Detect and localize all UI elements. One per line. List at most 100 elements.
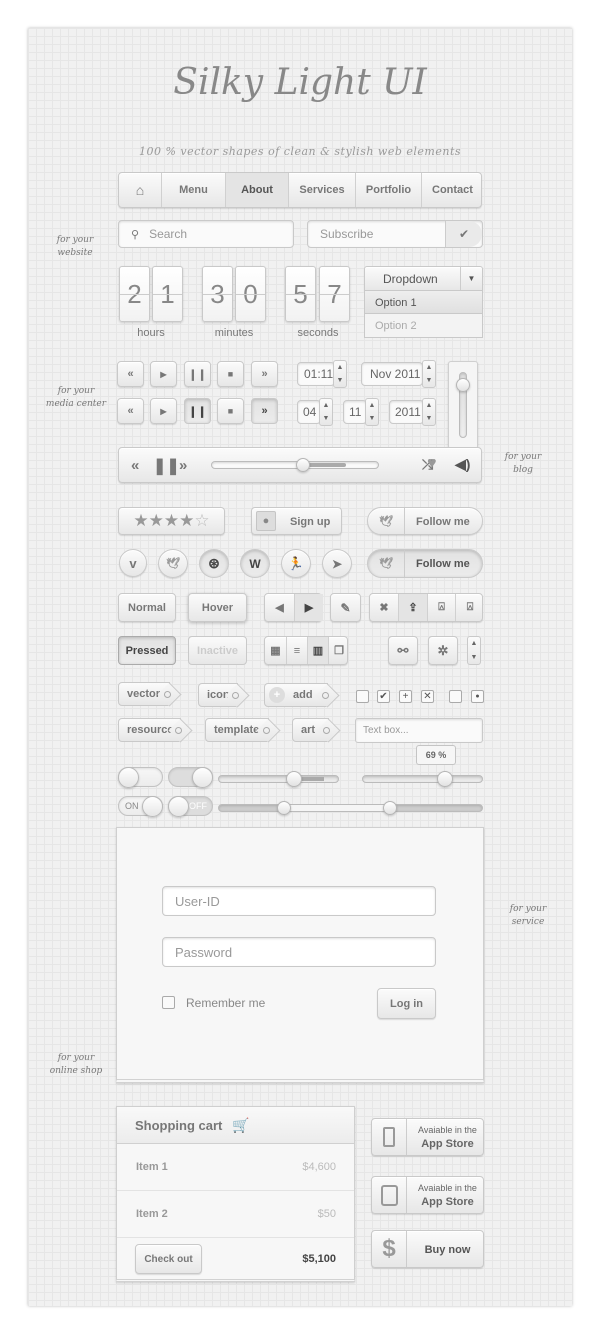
text-box[interactable]: Text box...	[355, 718, 483, 743]
percent-slider-track[interactable]	[362, 775, 483, 783]
year-spinner[interactable]: 2011	[389, 400, 424, 424]
rewind-button[interactable]: «	[117, 361, 144, 387]
tag-template[interactable]: template	[205, 718, 270, 742]
share-icon[interactable]: ⇪	[398, 594, 427, 621]
range-slider-track[interactable]	[218, 804, 483, 812]
toggle-off-labeled[interactable]: OFF	[168, 796, 213, 817]
toggle-on-labeled[interactable]: ON	[118, 796, 163, 817]
checkbox-checked[interactable]: ✔	[377, 690, 390, 703]
subscribe-check-button[interactable]: ✔	[445, 221, 482, 247]
nav-item-contact[interactable]: Contact	[421, 173, 483, 207]
volume-thumb[interactable]	[456, 378, 470, 393]
dropdown-option[interactable]: Option 2	[364, 314, 483, 338]
gear-icon[interactable]: ✲	[428, 636, 458, 665]
tag-add[interactable]: + add	[264, 683, 329, 707]
remember-checkbox[interactable]	[162, 996, 175, 1009]
chevron-down-icon[interactable]: ▼	[460, 267, 482, 290]
nav-item-menu[interactable]: Menu	[161, 173, 225, 207]
signup-button[interactable]: ● Sign up	[251, 507, 342, 535]
mon-spinner-arrows[interactable]: ▲ ▼	[365, 398, 379, 426]
stop-button[interactable]: ■	[217, 398, 244, 424]
toggle-on[interactable]	[168, 767, 213, 788]
progress-thumb[interactable]	[296, 458, 311, 472]
pencil-icon[interactable]: ✎	[330, 593, 361, 622]
tag-art[interactable]: art	[292, 718, 330, 742]
forward-button[interactable]: »	[251, 398, 278, 424]
buy-now-button[interactable]: $ Buy now	[371, 1230, 484, 1268]
follow-button[interactable]: 🕊 Follow me	[367, 507, 483, 535]
stop-button[interactable]: ■	[217, 361, 244, 387]
tag-resource[interactable]: resource	[118, 718, 182, 742]
play-button[interactable]: ▶	[150, 398, 177, 424]
checkout-button[interactable]: Check out	[135, 1244, 202, 1274]
forward-button[interactable]: »	[251, 361, 278, 387]
slider-thumb[interactable]	[286, 771, 302, 787]
checkbox-cross[interactable]: ✕	[421, 690, 434, 703]
toggle-off[interactable]	[118, 767, 163, 788]
next-arrow-icon[interactable]: ▶	[294, 594, 323, 621]
home-icon[interactable]: ⌂	[119, 173, 161, 207]
app-store-button[interactable]: Avaiable in the App Store	[371, 1118, 484, 1156]
checkbox-plus[interactable]: +	[399, 690, 412, 703]
checkbox-empty[interactable]	[356, 690, 369, 703]
twitter-icon[interactable]: 🕊	[158, 549, 188, 578]
tag-vector[interactable]: vector	[118, 682, 171, 706]
pause-button[interactable]: ❙❙	[184, 398, 211, 424]
paper-plane-icon[interactable]: ➤	[322, 549, 352, 578]
inbox-icon[interactable]: ⍓	[427, 594, 455, 621]
barcode-icon[interactable]: ▥	[307, 637, 328, 664]
login-button[interactable]: Log in	[377, 988, 436, 1019]
tag-icon[interactable]: icon	[198, 683, 239, 707]
collapse-icon[interactable]: ✖	[370, 594, 398, 621]
time-spinner[interactable]: 01:11	[297, 362, 335, 386]
day-spinner-arrows[interactable]: ▲ ▼	[319, 398, 333, 426]
rewind-button[interactable]: «	[117, 398, 144, 424]
rewind-icon[interactable]: «	[131, 457, 139, 474]
nav-item-portfolio[interactable]: Portfolio	[355, 173, 421, 207]
signup-label: Sign up	[290, 516, 331, 528]
grid-icon[interactable]: ▦	[265, 637, 286, 664]
dropdown-option[interactable]: Option 1	[364, 290, 483, 314]
wordpress-icon[interactable]: W	[240, 549, 270, 578]
pause-button[interactable]: ❙❙	[184, 361, 211, 387]
windows-icon[interactable]: ❐	[328, 637, 349, 664]
slider-track[interactable]	[218, 775, 339, 783]
mon-spinner[interactable]: 11	[343, 400, 367, 424]
star-rating[interactable]: ★★★★ ☆	[118, 507, 225, 535]
tray-icon[interactable]: ⍓	[455, 594, 484, 621]
follow-button-pressed[interactable]: 🕊 Follow me	[367, 549, 483, 578]
user-id-input[interactable]: User-ID	[162, 886, 436, 916]
radio-empty[interactable]	[449, 690, 462, 703]
dribbble-icon[interactable]: ⊛	[199, 549, 229, 578]
pause-icon[interactable]: ❚❚	[153, 456, 180, 476]
password-input[interactable]: Password	[162, 937, 436, 967]
list-icon[interactable]: ≡	[286, 637, 307, 664]
app-store-button[interactable]: Avaiable in the App Store	[371, 1176, 484, 1214]
progress-track[interactable]	[211, 461, 379, 469]
year-spinner-arrows[interactable]: ▲ ▼	[422, 398, 436, 426]
nav-item-about[interactable]: About	[225, 173, 288, 207]
day-spinner[interactable]: 04	[297, 400, 321, 424]
prev-arrow-icon[interactable]: ◀	[265, 594, 294, 621]
store-line1: Avaiable in the	[418, 1183, 477, 1193]
month-spinner-arrows[interactable]: ▲ ▼	[422, 360, 436, 388]
month-spinner[interactable]: Nov 2011	[361, 362, 423, 386]
stepper-arrows[interactable]: ▲ ▼	[467, 636, 481, 665]
pressed-button[interactable]: Pressed	[118, 636, 176, 665]
runner-icon[interactable]: 🏃	[281, 549, 311, 578]
play-button[interactable]: ▶	[150, 361, 177, 387]
radio-selected[interactable]: ●	[471, 690, 484, 703]
subscribe-input[interactable]: Subscribe ✔	[307, 220, 483, 248]
nav-item-services[interactable]: Services	[288, 173, 355, 207]
hover-button[interactable]: Hover	[188, 593, 247, 622]
empty-star: ☆	[194, 511, 210, 530]
heart-icon[interactable]: ♥	[427, 455, 437, 473]
link-icon[interactable]: ⚯	[388, 636, 418, 665]
search-input[interactable]: ⚲ Search	[118, 220, 294, 248]
time-spinner-arrows[interactable]: ▲ ▼	[333, 360, 347, 388]
forward-icon[interactable]: »	[179, 457, 187, 474]
normal-button[interactable]: Normal	[118, 593, 176, 622]
speaker-icon[interactable]: ◀)	[455, 456, 470, 473]
vimeo-icon[interactable]: v	[119, 549, 147, 577]
dropdown-toggle[interactable]: Dropdown ▼	[364, 266, 483, 291]
